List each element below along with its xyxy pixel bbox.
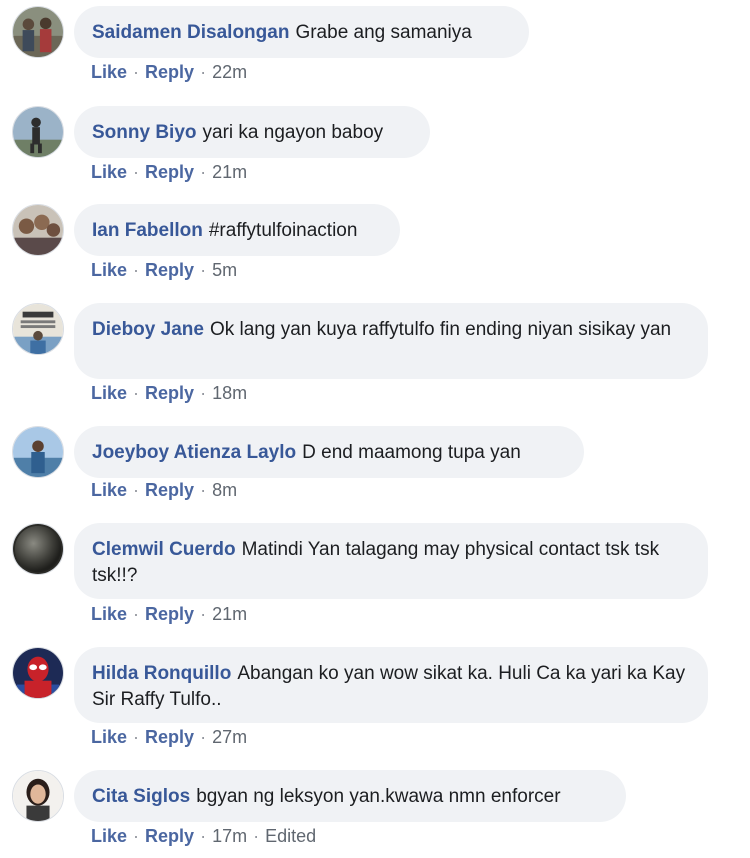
separator: ·	[133, 480, 140, 500]
reply-button[interactable]: Reply	[145, 62, 194, 82]
person-silhouette-avatar-icon	[13, 107, 63, 157]
comment-text: D end maamong tupa yan	[302, 442, 521, 463]
comment-timestamp[interactable]: 8m	[212, 480, 237, 500]
comment-timestamp[interactable]: 21m	[212, 162, 247, 182]
comment-timestamp[interactable]: 5m	[212, 260, 237, 280]
separator: ·	[200, 260, 207, 280]
separator: ·	[133, 604, 140, 624]
comment-actions: Like · Reply · 27m	[91, 727, 247, 748]
separator: ·	[200, 826, 207, 846]
separator: ·	[133, 826, 140, 846]
comment-bubble: Sonny Biyo yari ka ngayon baboy	[74, 106, 430, 158]
reply-button[interactable]: Reply	[145, 260, 194, 280]
comment-timestamp[interactable]: 22m	[212, 62, 247, 82]
comment-bubble: Hilda Ronquillo Abangan ko yan wow sikat …	[74, 647, 708, 723]
comment-bubble: Saidamen Disalongan Grabe ang samaniya	[74, 6, 529, 58]
like-button[interactable]: Like	[91, 480, 127, 500]
comment-timestamp[interactable]: 21m	[212, 604, 247, 624]
reply-button[interactable]: Reply	[145, 480, 194, 500]
group-photo-avatar-icon	[13, 7, 63, 57]
comment-author[interactable]: Dieboy Jane	[92, 319, 204, 340]
comment-actions: Like · Reply · 21m	[91, 604, 247, 625]
woman-portrait-avatar-icon	[13, 771, 63, 821]
comment-actions: Like · Reply · 18m	[91, 383, 247, 404]
comment-bubble: Dieboy Jane Ok lang yan kuya raffytulfo f…	[74, 303, 708, 379]
comment-text: yari ka ngayon baboy	[202, 122, 384, 143]
reply-button[interactable]: Reply	[145, 727, 194, 747]
comment-actions: Like · Reply · 22m	[91, 62, 247, 83]
comment-actions: Like · Reply · 17m · Edited	[91, 826, 316, 847]
avatar[interactable]	[12, 204, 64, 256]
comment-text: bgyan ng leksyon yan.kwawa nmn enforcer	[196, 786, 561, 807]
reply-button[interactable]: Reply	[145, 162, 194, 182]
comment-timestamp[interactable]: 18m	[212, 383, 247, 403]
comment-author[interactable]: Clemwil Cuerdo	[92, 539, 236, 560]
avatar[interactable]	[12, 6, 64, 58]
comment-author[interactable]: Ian Fabellon	[92, 220, 203, 241]
like-button[interactable]: Like	[91, 826, 127, 846]
comment-timestamp[interactable]: 27m	[212, 727, 247, 747]
comment-bubble: Ian Fabellon #raffytulfoinaction	[74, 204, 400, 256]
comment-text: Grabe ang samaniya	[295, 22, 472, 43]
comment-actions: Like · Reply · 21m	[91, 162, 247, 183]
like-button[interactable]: Like	[91, 62, 127, 82]
like-button[interactable]: Like	[91, 727, 127, 747]
comment-timestamp[interactable]: 17m	[212, 826, 247, 846]
separator: ·	[200, 162, 207, 182]
like-button[interactable]: Like	[91, 162, 127, 182]
separator: ·	[133, 383, 140, 403]
avatar[interactable]	[12, 106, 64, 158]
separator: ·	[133, 727, 140, 747]
avatar[interactable]	[12, 770, 64, 822]
separator: ·	[133, 62, 140, 82]
comment-author[interactable]: Sonny Biyo	[92, 122, 197, 143]
avatar[interactable]	[12, 303, 64, 355]
separator: ·	[253, 826, 260, 846]
comment-author[interactable]: Joeyboy Atienza Laylo	[92, 442, 296, 463]
comment-text: #raffytulfoinaction	[208, 220, 358, 241]
jesus-graphic-avatar-icon	[13, 304, 63, 354]
like-button[interactable]: Like	[91, 383, 127, 403]
reply-button[interactable]: Reply	[145, 604, 194, 624]
separator: ·	[200, 727, 207, 747]
group-selfie-avatar-icon	[13, 205, 63, 255]
reply-button[interactable]: Reply	[145, 383, 194, 403]
separator: ·	[200, 383, 207, 403]
separator: ·	[200, 62, 207, 82]
comment-author[interactable]: Hilda Ronquillo	[92, 663, 231, 684]
comment-bubble: Clemwil Cuerdo Matindi Yan talagang may p…	[74, 523, 708, 599]
comment-author[interactable]: Saidamen Disalongan	[92, 22, 289, 43]
dark-sphere-avatar-icon	[13, 524, 63, 574]
reply-button[interactable]: Reply	[145, 826, 194, 846]
avatar[interactable]	[12, 426, 64, 478]
comment-actions: Like · Reply · 5m	[91, 260, 237, 281]
spider-man-avatar-icon	[13, 648, 63, 698]
separator: ·	[133, 260, 140, 280]
comment-text: Ok lang yan kuya raffytulfo fin ending n…	[209, 319, 672, 340]
separator: ·	[200, 480, 207, 500]
comment-bubble: Joeyboy Atienza Laylo D end maamong tupa …	[74, 426, 584, 478]
avatar[interactable]	[12, 647, 64, 699]
like-button[interactable]: Like	[91, 604, 127, 624]
separator: ·	[133, 162, 140, 182]
comment-author[interactable]: Cita Siglos	[92, 786, 190, 807]
person-seaside-avatar-icon	[13, 427, 63, 477]
separator: ·	[200, 604, 207, 624]
comment-bubble: Cita Siglos bgyan ng leksyon yan.kwawa nm…	[74, 770, 626, 822]
like-button[interactable]: Like	[91, 260, 127, 280]
edited-label[interactable]: Edited	[265, 826, 316, 846]
avatar[interactable]	[12, 523, 64, 575]
comment-actions: Like · Reply · 8m	[91, 480, 237, 501]
